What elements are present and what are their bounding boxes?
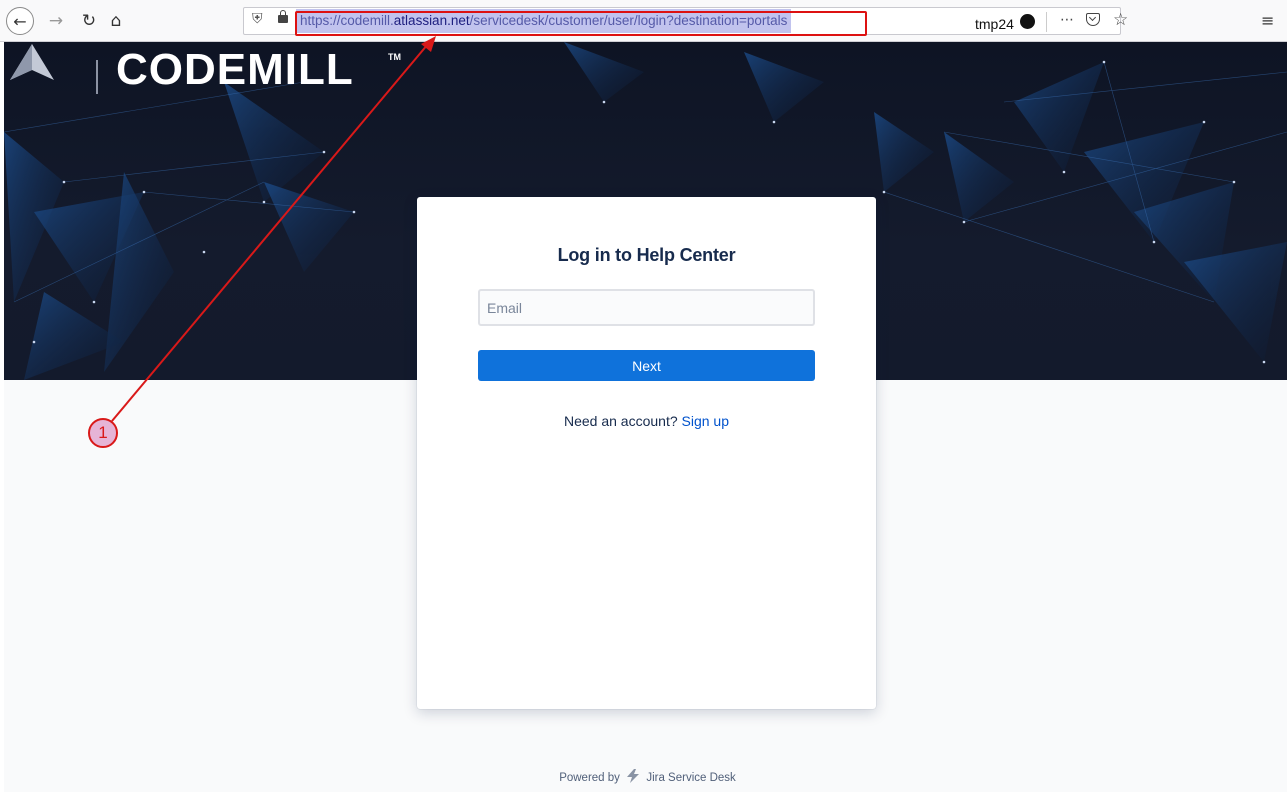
annotation-step-badge: 1	[88, 418, 118, 448]
help-center-page: CODEMILL TM Log in to Help Center Next N…	[0, 42, 1287, 792]
codemill-logo-mark-icon	[10, 44, 54, 80]
logo-divider	[96, 60, 98, 94]
login-title: Log in to Help Center	[557, 245, 736, 265]
private-dot-icon	[1020, 14, 1035, 29]
jira-service-desk-link[interactable]: Jira Service Desk	[646, 772, 735, 784]
signup-link[interactable]: Sign up	[682, 413, 729, 429]
hamburger-menu-icon[interactable]: ≡	[1261, 11, 1274, 30]
back-arrow-icon[interactable]: ←	[6, 7, 34, 35]
more-icon[interactable]: ⋯	[1060, 12, 1075, 28]
jira-lightning-icon	[627, 769, 640, 783]
powered-by-label: Powered by	[559, 772, 620, 784]
trademark-mark: TM	[388, 52, 401, 62]
toolbar-separator	[1046, 12, 1047, 32]
footer: Powered by Jira Service Desk	[0, 769, 1287, 784]
home-icon[interactable]: ⌂	[104, 9, 128, 33]
profile-label: tmp24	[975, 16, 1014, 32]
shield-icon[interactable]: ⛨	[252, 11, 263, 27]
signup-prompt: Need an account?	[563, 413, 678, 429]
email-input[interactable]	[478, 289, 815, 326]
star-icon[interactable]: ☆	[1113, 10, 1128, 30]
url-highlight-box	[295, 11, 867, 36]
lock-icon[interactable]	[278, 10, 288, 23]
login-card: Log in to Help Center Next Need an accou…	[417, 197, 876, 709]
next-button[interactable]: Next	[478, 350, 815, 381]
forward-arrow-icon[interactable]: →	[44, 9, 68, 33]
brand-logo-text: CODEMILL	[116, 45, 354, 94]
window-left-edge	[0, 42, 4, 792]
reload-icon[interactable]: ↻	[77, 9, 101, 33]
signup-row: Need an account? Sign up	[417, 413, 876, 429]
